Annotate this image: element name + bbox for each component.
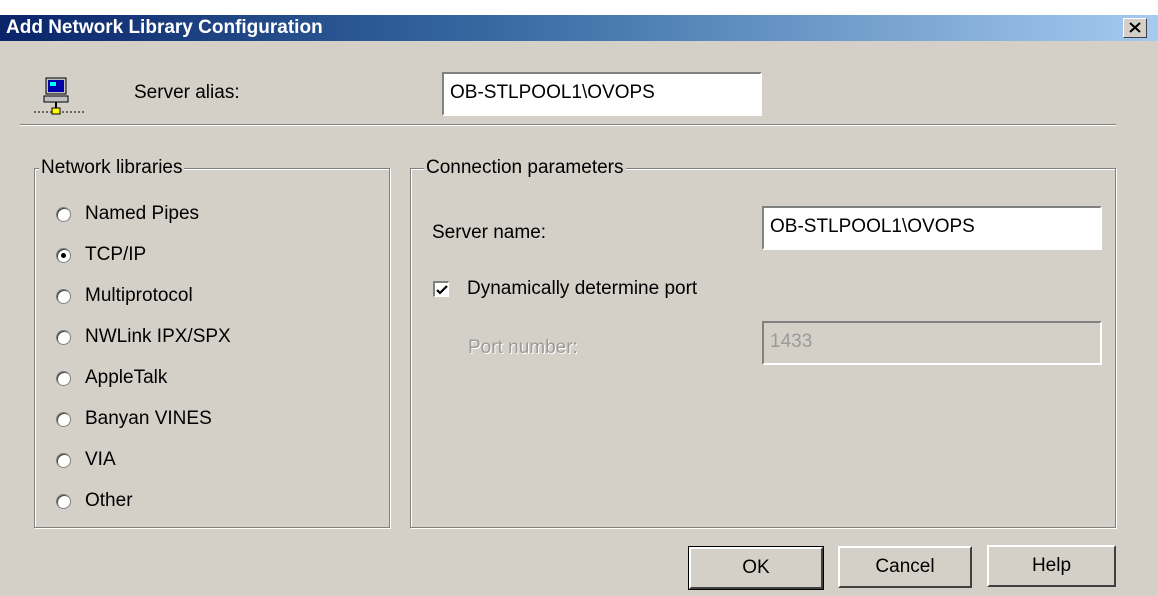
port-number-input[interactable]: 1433 [762,321,1102,365]
radio-label: Banyan VINES [85,408,212,429]
radio-label: AppleTalk [85,367,168,388]
network-libraries-title: Network libraries [39,157,185,179]
radio-label: VIA [85,449,116,470]
radio-button[interactable] [56,248,71,263]
radio-button[interactable] [56,494,71,509]
server-name-input[interactable]: OB-STLPOOL1\OVOPS [762,206,1102,250]
radio-label: TCP/IP [85,244,147,265]
computer-network-icon [34,77,86,115]
radio-button[interactable] [56,453,71,468]
radio-label: Other [85,490,133,511]
server-name-label: Server name: [432,222,547,243]
title-bar: Add Network Library Configuration [0,0,1158,41]
radio-label: Named Pipes [85,203,200,224]
server-alias-input[interactable]: OB-STLPOOL1\OVOPS [442,72,762,116]
close-icon [1129,22,1141,33]
port-number-label: Port number: [468,337,578,358]
help-button[interactable]: Help [987,545,1116,587]
connection-parameters-title: Connection parameters [424,157,626,179]
radio-label: NWLink IPX/SPX [85,326,231,347]
dynamic-port-checkbox[interactable] [433,281,449,297]
cancel-button[interactable]: Cancel [838,546,972,588]
radio-label: Multiprotocol [85,285,193,306]
radio-button[interactable] [56,207,71,222]
window-title: Add Network Library Configuration [6,17,323,38]
ok-button[interactable]: OK [688,546,824,590]
radio-button[interactable] [56,371,71,386]
close-button[interactable] [1123,18,1147,38]
server-alias-label: Server alias: [134,82,240,103]
radio-button[interactable] [56,289,71,304]
radio-button[interactable] [56,330,71,345]
dynamic-port-label: Dynamically determine port [467,278,698,299]
radio-button[interactable] [56,412,71,427]
checkmark-icon [436,285,448,295]
